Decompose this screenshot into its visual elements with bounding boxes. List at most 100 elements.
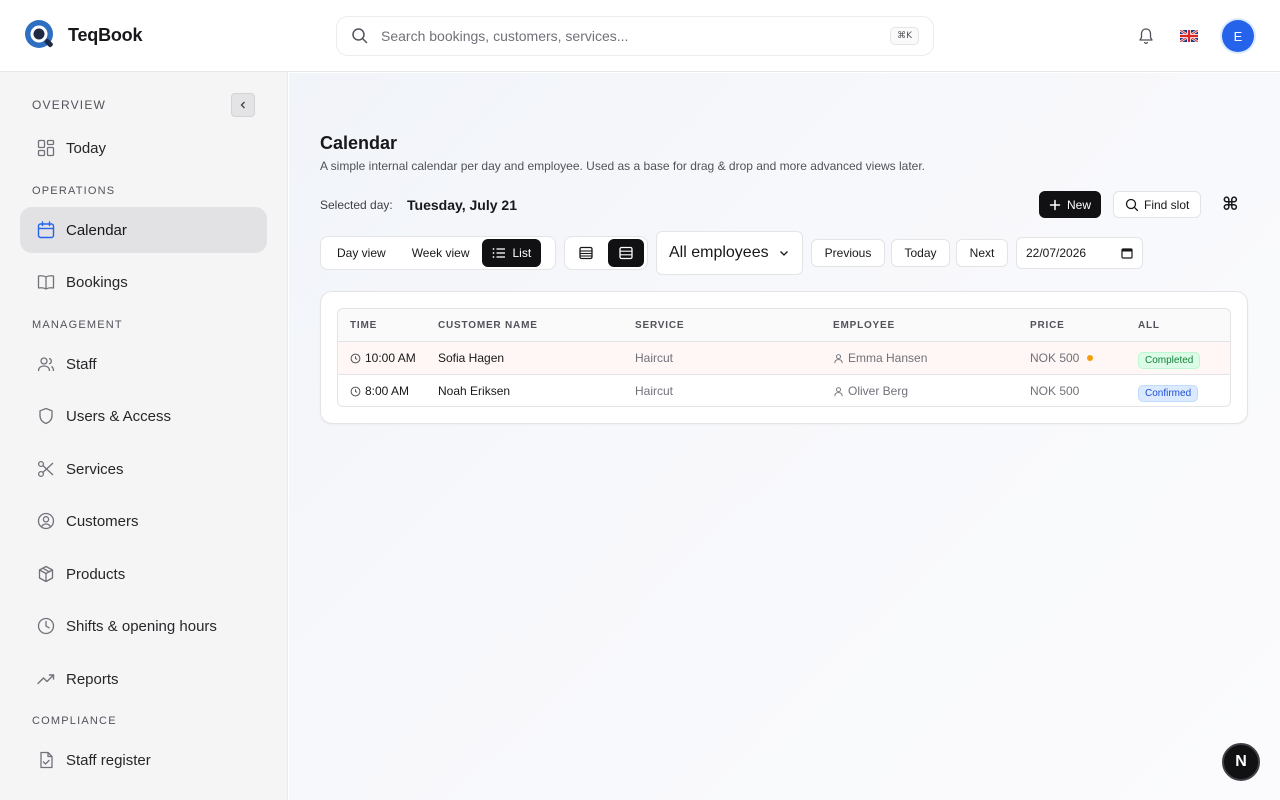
customer-name: Sofia Hagen [438, 351, 505, 365]
sidebar-item-label: Products [66, 565, 126, 583]
sidebar-item-products[interactable]: Products [20, 551, 267, 597]
list-view-label: List [512, 246, 532, 260]
chevron-left-icon [240, 101, 245, 109]
search-icon [352, 28, 368, 44]
previous-day-button[interactable]: Previous [811, 239, 885, 267]
sidebar-item-label: Bookings [66, 273, 128, 291]
sidebar-item-label: Reports [66, 670, 119, 688]
table-row[interactable]: 8:00 AM Noah Eriksen Haircut Oliver Berg… [338, 375, 1230, 406]
column-header-customer[interactable]: CUSTOMER NAME [438, 320, 538, 331]
sidebar-item-staff-register[interactable]: Staff register [20, 737, 267, 783]
shield-icon [39, 407, 53, 425]
density-switcher [564, 236, 648, 270]
main-content: Calendar A simple internal calendar per … [289, 73, 1280, 800]
price-value: NOK 500 [1030, 351, 1080, 365]
column-header-service[interactable]: SERVICE [635, 320, 684, 331]
sidebar-item-users-access[interactable]: Users & Access [20, 393, 267, 439]
user-icon [834, 353, 843, 363]
plus-icon [1049, 199, 1061, 210]
tab-week-view[interactable]: Week view [399, 239, 483, 267]
tab-day-view[interactable]: Day view [324, 239, 399, 267]
next-day-button[interactable]: Next [956, 239, 1008, 267]
column-header-time[interactable]: TIME [350, 320, 377, 331]
comfortable-density-button[interactable] [608, 239, 644, 267]
find-slot-button[interactable]: Find slot [1113, 191, 1202, 218]
customer-name: Noah Eriksen [438, 384, 511, 398]
today-button[interactable]: Today [891, 239, 950, 267]
open-book-icon [37, 275, 55, 290]
logo-icon [25, 20, 53, 48]
booking-time: 10:00 AM [365, 351, 416, 365]
sidebar-item-reports[interactable]: Reports [20, 656, 267, 702]
section-label-overview: OVERVIEW [32, 98, 107, 112]
status-badge: Completed [1138, 352, 1201, 369]
package-icon [38, 565, 54, 583]
sidebar-item-bookings[interactable]: Bookings [20, 259, 267, 305]
employee-filter-value: All employees [669, 244, 769, 261]
date-picker-input[interactable]: 22/07/2026 [1016, 237, 1143, 269]
price-cell: NOK 500 [1030, 351, 1094, 365]
selected-day-value: Tuesday, July 21 [407, 197, 517, 213]
find-slot-label: Find slot [1144, 197, 1190, 212]
sidebar-item-staff[interactable]: Staff [20, 341, 267, 387]
trending-up-icon [37, 674, 55, 685]
sidebar-item-label: Customers [66, 512, 139, 530]
uk-flag-icon[interactable] [1180, 30, 1198, 42]
sidebar-item-label: Calendar [66, 221, 127, 239]
date-value: 22/07/2026 [1026, 246, 1087, 260]
search-input[interactable] [381, 28, 891, 44]
service-name: Haircut [635, 351, 674, 365]
sidebar-item-label: Users & Access [66, 407, 172, 425]
global-search[interactable]: ⌘K [336, 16, 934, 56]
scissors-icon [37, 460, 54, 478]
page-title: Calendar [320, 133, 398, 153]
command-menu-icon[interactable]: ⌘ [1222, 194, 1239, 215]
app-logo[interactable]: TeqBook [24, 19, 142, 51]
sidebar-item-label: Today [66, 139, 107, 157]
rows-icon [579, 246, 593, 260]
user-circle-icon [37, 512, 55, 530]
sidebar: OVERVIEW Today OPERATIONS Calendar Booki… [0, 72, 288, 800]
sidebar-item-today[interactable]: Today [20, 125, 267, 171]
column-header-price[interactable]: PRICE [1030, 320, 1065, 331]
sidebar-item-label: Staff register [66, 751, 151, 769]
tab-list-view[interactable]: List [482, 239, 542, 267]
employee-name: Oliver Berg [848, 384, 909, 398]
bookings-table: TIME CUSTOMER NAME SERVICE EMPLOYEE PRIC… [337, 308, 1231, 407]
column-header-status[interactable]: ALL [1138, 320, 1160, 331]
time-cell: 10:00 AM [350, 351, 416, 365]
bookings-card: TIME CUSTOMER NAME SERVICE EMPLOYEE PRIC… [320, 291, 1248, 424]
collapse-sidebar-button[interactable] [231, 93, 255, 117]
table-row[interactable]: 10:00 AM Sofia Hagen Haircut Emma Hansen… [338, 342, 1230, 375]
sidebar-item-label: Services [66, 460, 124, 478]
calendar-icon [1121, 248, 1133, 259]
search-shortcut-hint: ⌘K [890, 27, 919, 45]
search-icon [1125, 198, 1139, 211]
selected-day-label: Selected day: [320, 198, 393, 212]
column-header-employee[interactable]: EMPLOYEE [833, 320, 895, 331]
dev-tools-badge[interactable]: N [1222, 743, 1260, 781]
sidebar-item-shifts[interactable]: Shifts & opening hours [20, 603, 267, 649]
notification-bell-icon[interactable] [1136, 26, 1156, 46]
file-check-icon [40, 751, 53, 769]
user-avatar[interactable]: E [1222, 20, 1254, 52]
table-header: TIME CUSTOMER NAME SERVICE EMPLOYEE PRIC… [338, 309, 1230, 342]
user-icon [834, 386, 843, 396]
sidebar-item-calendar[interactable]: Calendar [20, 207, 267, 253]
section-label-operations: OPERATIONS [32, 185, 116, 197]
sidebar-item-label: Staff [66, 355, 97, 373]
top-header: TeqBook ⌘K E [0, 0, 1280, 72]
compact-density-button[interactable] [568, 239, 604, 267]
sidebar-item-customers[interactable]: Customers [20, 498, 267, 544]
calendar-icon [37, 221, 55, 239]
time-cell: 8:00 AM [350, 384, 409, 398]
app-name: TeqBook [68, 24, 143, 45]
new-booking-button[interactable]: New [1039, 191, 1102, 218]
clock-icon [37, 617, 55, 635]
pending-dot-indicator [1087, 355, 1094, 361]
chevron-down-icon [780, 251, 788, 256]
sidebar-item-services[interactable]: Services [20, 446, 267, 492]
clock-icon [350, 353, 361, 363]
employee-filter-select[interactable]: All employees [656, 231, 803, 275]
booking-time: 8:00 AM [365, 384, 410, 398]
